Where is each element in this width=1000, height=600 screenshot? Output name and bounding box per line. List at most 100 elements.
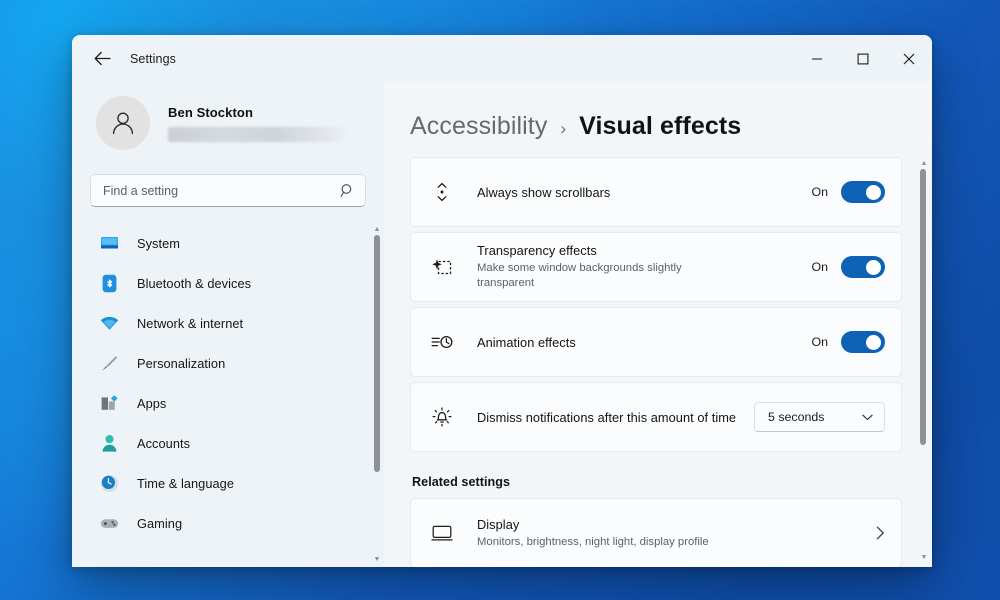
setting-text: Transparency effects Make some window ba… — [477, 235, 811, 299]
wifi-icon — [99, 313, 119, 333]
settings-card-list: Always show scrollbars On Transparency e… — [384, 157, 916, 567]
toggle-knob — [866, 184, 881, 200]
display-icon — [429, 524, 455, 542]
main-scrollbar[interactable]: ▲ ▼ — [916, 157, 932, 567]
animation-icon — [429, 332, 455, 352]
window-title: Settings — [130, 51, 176, 66]
sidebar-item-label: Personalization — [137, 355, 226, 371]
setting-row-animation-effects[interactable]: Animation effects On — [410, 307, 902, 377]
section-heading-related-settings: Related settings — [412, 475, 511, 489]
toggle-always-show-scrollbars[interactable] — [841, 181, 885, 203]
related-text: Display Monitors, brightness, night ligh… — [477, 509, 876, 558]
setting-control: On — [811, 181, 885, 203]
chevron-down-icon[interactable]: ▼ — [374, 555, 381, 565]
avatar — [96, 96, 150, 150]
minimize-icon — [812, 57, 822, 60]
toggle-animation-effects[interactable] — [841, 331, 885, 353]
close-icon — [903, 53, 915, 64]
window-body: Ben Stockton Find a setting System Bluet… — [72, 82, 932, 567]
main-scrollbar-track[interactable] — [916, 169, 932, 553]
related-subtitle: Monitors, brightness, night light, displ… — [477, 535, 709, 548]
maximize-button[interactable] — [840, 35, 886, 82]
account-card[interactable]: Ben Stockton — [90, 90, 370, 156]
breadcrumb: Accessibility › Visual effects — [384, 82, 932, 141]
transparency-icon — [429, 256, 455, 278]
chevron-right-icon — [876, 526, 885, 540]
setting-row-transparency-effects[interactable]: Transparency effects Make some window ba… — [410, 232, 902, 302]
notification-bell-icon — [429, 406, 455, 428]
account-icon — [99, 433, 119, 453]
sidebar-item-label: Accounts — [137, 435, 191, 451]
setting-row-always-show-scrollbars[interactable]: Always show scrollbars On — [410, 157, 902, 227]
settings-window: Settings Ben Stockton Find a setting Sys… — [72, 35, 932, 567]
related-row-display[interactable]: Display Monitors, brightness, night ligh… — [410, 498, 902, 567]
sidebar-item-label: Gaming — [137, 515, 183, 531]
sidebar-item-label: Network & internet — [137, 315, 244, 331]
sidebar-item-network-internet[interactable]: Network & internet — [88, 303, 364, 343]
setting-control: 5 seconds — [754, 402, 885, 432]
window-controls — [794, 35, 932, 82]
setting-control: On — [811, 256, 885, 278]
sidebar-item-time-language[interactable]: Time & language — [88, 463, 364, 503]
gamepad-icon — [99, 513, 119, 533]
brush-icon — [99, 353, 119, 373]
sidebar-scrollbar[interactable]: ▲ ▼ — [370, 223, 384, 567]
status-badge: On — [811, 185, 828, 199]
setting-subtitle: Make some window backgrounds slightly tr… — [477, 262, 682, 289]
dropdown-dismiss-notifications-time[interactable]: 5 seconds — [754, 402, 885, 432]
setting-title: Always show scrollbars — [477, 184, 611, 200]
clock-icon — [99, 473, 119, 493]
close-button[interactable] — [886, 35, 932, 82]
setting-title: Dismiss notifications after this amount … — [477, 409, 737, 425]
search-input[interactable] — [90, 174, 366, 207]
main-content: Accessibility › Visual effects Always sh… — [384, 82, 932, 567]
sidebar: Ben Stockton Find a setting System Bluet… — [72, 82, 384, 567]
scrollbar-icon — [429, 181, 455, 203]
maximize-icon — [857, 53, 869, 64]
chevron-down-icon[interactable]: ▼ — [921, 553, 928, 563]
sidebar-item-personalization[interactable]: Personalization — [88, 343, 364, 383]
sidebar-scrollbar-thumb[interactable] — [374, 235, 380, 472]
sidebar-item-label: Bluetooth & devices — [137, 275, 252, 291]
sidebar-item-system[interactable]: System — [88, 223, 364, 263]
chevron-down-icon — [862, 414, 873, 421]
search-container — [90, 174, 366, 207]
status-badge: On — [811, 335, 828, 349]
bluetooth-icon — [99, 273, 119, 293]
sidebar-item-gaming[interactable]: Gaming — [88, 503, 364, 543]
sidebar-scrollbar-track[interactable] — [370, 235, 384, 555]
breadcrumb-parent[interactable]: Accessibility — [410, 112, 547, 141]
chevron-up-icon[interactable]: ▲ — [921, 159, 928, 169]
arrow-left-icon — [94, 51, 111, 66]
navigation-scroll-region: System Bluetooth & devices Network & int… — [72, 223, 384, 567]
setting-control: On — [811, 331, 885, 353]
account-text: Ben Stockton — [168, 105, 364, 142]
sidebar-item-accounts[interactable]: Accounts — [88, 423, 364, 463]
monitor-icon — [99, 233, 119, 253]
dropdown-value: 5 seconds — [768, 410, 825, 424]
page-title: Visual effects — [579, 112, 742, 140]
setting-text: Dismiss notifications after this amount … — [477, 402, 754, 433]
related-title: Display — [477, 516, 520, 532]
toggle-knob — [866, 334, 881, 350]
settings-scroll-region: Always show scrollbars On Transparency e… — [384, 141, 932, 567]
setting-text: Always show scrollbars — [477, 177, 811, 208]
minimize-button[interactable] — [794, 35, 840, 82]
back-button[interactable] — [84, 44, 120, 74]
sidebar-item-label: Time & language — [137, 475, 235, 491]
sidebar-item-bluetooth-devices[interactable]: Bluetooth & devices — [88, 263, 364, 303]
apps-icon — [99, 393, 119, 413]
setting-title: Animation effects — [477, 334, 576, 350]
sidebar-item-label: System — [137, 235, 180, 251]
setting-row-dismiss-notifications[interactable]: Dismiss notifications after this amount … — [410, 382, 902, 452]
sidebar-item-apps[interactable]: Apps — [88, 383, 364, 423]
sidebar-item-label: Apps — [137, 395, 167, 411]
main-scrollbar-thumb[interactable] — [920, 169, 926, 446]
setting-title: Transparency effects — [477, 243, 597, 258]
navigation-list: System Bluetooth & devices Network & int… — [72, 223, 370, 567]
desktop-background: Settings Ben Stockton Find a setting Sys… — [0, 0, 1000, 600]
chevron-up-icon[interactable]: ▲ — [374, 225, 381, 235]
toggle-transparency-effects[interactable] — [841, 256, 885, 278]
account-email-redacted — [168, 126, 346, 142]
status-badge: On — [811, 260, 828, 274]
